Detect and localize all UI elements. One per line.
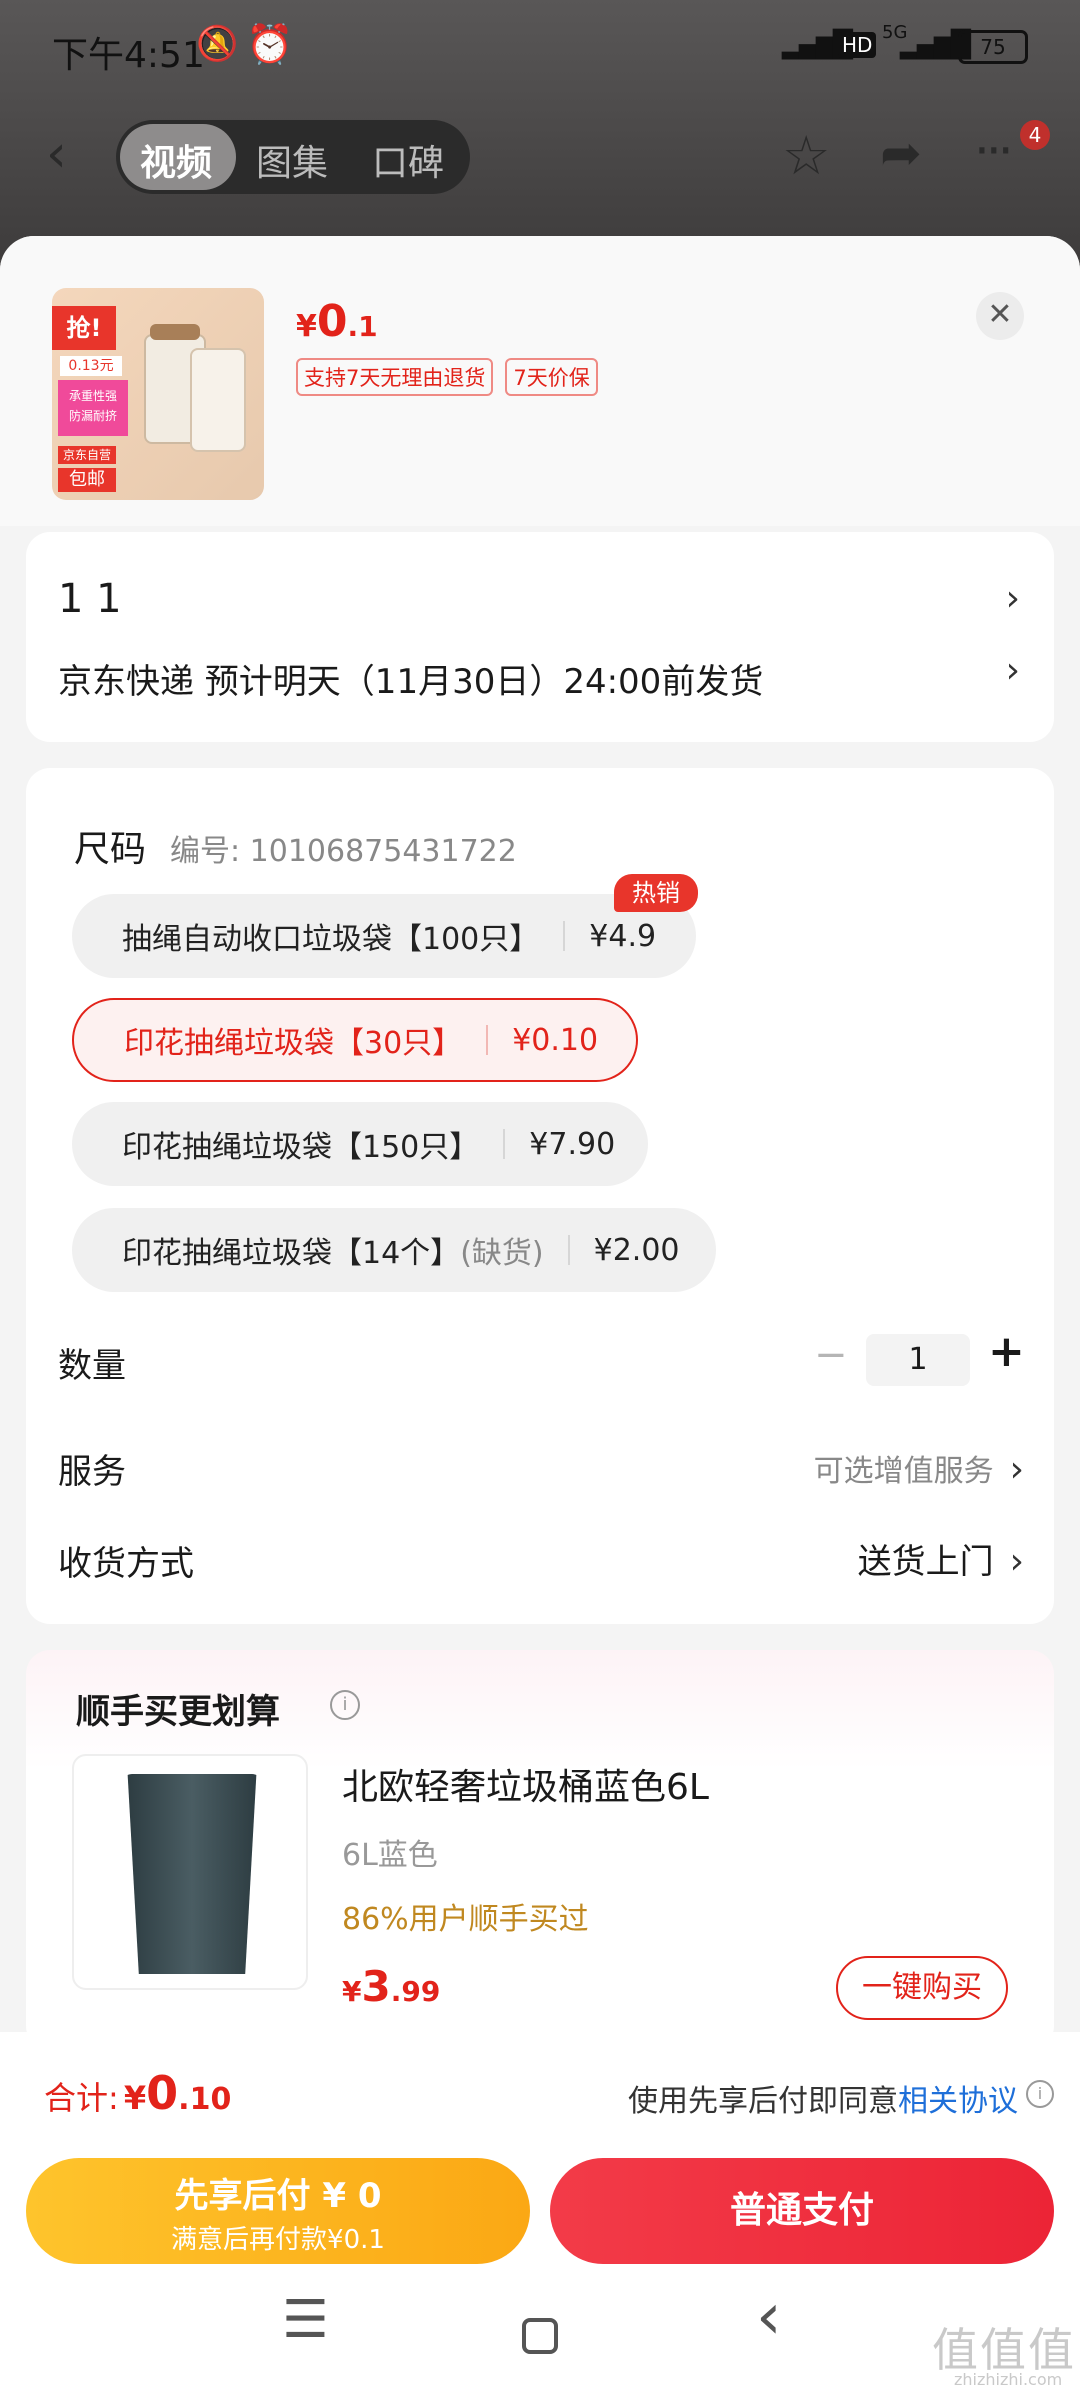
- bundle-item-price: ¥3.99: [342, 1962, 441, 2011]
- close-icon[interactable]: ✕: [976, 292, 1024, 340]
- spec-option-out-of-stock[interactable]: 印花抽绳垃圾袋【14个】 (缺货) ¥2.00: [72, 1208, 716, 1292]
- info-icon[interactable]: i: [330, 1690, 360, 1720]
- hd-icon: HD: [838, 32, 877, 58]
- sticker-price: 0.13元: [60, 356, 122, 376]
- product-thumbnail: 抢! 0.13元 承重性强 防漏耐挤 京东自营 包邮: [52, 288, 264, 500]
- quantity-plus-button[interactable]: +: [988, 1326, 1025, 1377]
- delivery-estimate: 京东快递 预计明天（11月30日）24:00前发货: [58, 662, 764, 702]
- menu-icon[interactable]: ☰: [282, 2290, 329, 2350]
- agreement-link[interactable]: 相关协议: [898, 2084, 1018, 2119]
- chevron-right-icon: ›: [1005, 578, 1020, 619]
- quantity-input[interactable]: 1: [866, 1334, 970, 1386]
- address-card[interactable]: 1 1 › 京东快递 预计明天（11月30日）24:00前发货 ›: [26, 532, 1054, 742]
- service-label: 服务: [58, 1452, 126, 1492]
- bundle-buy-button[interactable]: 一键购买: [836, 1956, 1008, 2020]
- price-protect-tag: 7天价保: [505, 358, 598, 396]
- more-icon[interactable]: ···: [974, 122, 1014, 180]
- quantity-label: 数量: [58, 1346, 126, 1386]
- sticker-features: 承重性强 防漏耐挤: [58, 380, 128, 436]
- pay-later-button[interactable]: 先享后付 ¥ 0 满意后再付款¥0.1: [26, 2158, 530, 2264]
- media-tabs: 视频 图集 口碑: [116, 120, 470, 194]
- status-time: 下午4:51: [52, 35, 205, 76]
- info-icon[interactable]: i: [1026, 2080, 1054, 2108]
- brand-label: 京东自营: [58, 446, 116, 464]
- service-selector[interactable]: 可选增值服务 ›: [814, 1446, 1024, 1490]
- shipping-label: 包邮: [58, 468, 116, 492]
- sticker-label: 抢!: [52, 306, 116, 350]
- spec-code: 编号: 10106875431722: [170, 834, 517, 869]
- back-icon[interactable]: ‹: [46, 124, 67, 184]
- alarm-icon: ⏰: [246, 22, 294, 66]
- watermark-url: zhizhizhi.com: [954, 2370, 1063, 2389]
- bundle-item-stat: 86%用户顺手买过: [342, 1902, 589, 1937]
- receive-method-label: 收货方式: [58, 1544, 194, 1584]
- product-price: ¥0.1: [296, 296, 378, 347]
- hot-sale-badge: 热销: [614, 874, 698, 912]
- pay-normal-button[interactable]: 普通支付: [550, 2158, 1054, 2264]
- spec-option[interactable]: 印花抽绳垃圾袋【150只】 ¥7.90: [72, 1102, 648, 1186]
- tab-video[interactable]: 视频: [140, 134, 212, 186]
- quantity-minus-button[interactable]: −: [814, 1332, 848, 1378]
- return-policy-tag: 支持7天无理由退货: [296, 358, 494, 396]
- favorite-icon[interactable]: ☆: [782, 124, 830, 187]
- battery-icon: 75: [958, 30, 1028, 64]
- home-icon[interactable]: [522, 2318, 558, 2354]
- status-bar: 下午4:51 🔕 ⏰ ▂▄▆█ HD 5G ▂▄▆█ 75: [0, 0, 1080, 100]
- bundle-item-spec: 6L蓝色: [342, 1838, 438, 1873]
- spec-option[interactable]: 抽绳自动收口垃圾袋【100只】 ¥4.9: [72, 894, 696, 978]
- bundle-item-image[interactable]: [72, 1754, 308, 1990]
- recipient-name: 1 1: [58, 576, 122, 622]
- total-price: 合计: ¥0.10: [44, 2066, 232, 2120]
- notification-badge: 4: [1020, 120, 1050, 150]
- chevron-right-icon: ›: [1009, 1541, 1024, 1582]
- bundle-item-title[interactable]: 北欧轻奢垃圾桶蓝色6L: [342, 1758, 709, 1810]
- chevron-right-icon: ›: [1009, 1449, 1024, 1490]
- mute-icon: 🔕: [196, 24, 239, 64]
- receive-method-selector[interactable]: 送货上门 ›: [858, 1534, 1024, 1583]
- spec-option-selected[interactable]: 印花抽绳垃圾袋【30只】 ¥0.10: [72, 998, 638, 1082]
- product-tags: 支持7天无理由退货 7天价保: [296, 358, 610, 396]
- tab-reviews[interactable]: 口碑: [372, 134, 444, 186]
- share-icon[interactable]: ➦: [880, 124, 922, 182]
- agreement-notice: 使用先享后付即同意相关协议: [628, 2084, 1018, 2119]
- spec-title: 尺码: [74, 829, 147, 870]
- bundle-title: 顺手买更划算: [76, 1692, 280, 1732]
- back-nav-icon[interactable]: ‹: [756, 2280, 782, 2354]
- chevron-right-icon: ›: [1005, 650, 1020, 691]
- tab-gallery[interactable]: 图集: [256, 134, 328, 186]
